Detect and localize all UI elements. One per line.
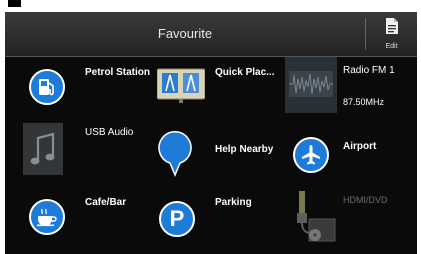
quick-place-icon [156,67,206,107]
hdmi-dvd-icon [293,191,337,243]
favourite-cafe-bar[interactable]: Cafe/Bar [13,191,143,249]
favourite-help-nearby[interactable]: Help Nearby [143,127,273,185]
favourite-usb-audio[interactable]: USB Audio [13,123,143,181]
favourite-label: Quick Plac... [215,67,275,78]
map-pin-icon [157,129,197,177]
favourite-label: Petrol Station [85,67,151,78]
page-title: Favourite [157,26,213,41]
favourite-airport[interactable]: Airport [285,129,415,187]
favourite-parking[interactable]: P Parking [143,191,273,249]
bullet-square [8,0,21,7]
page-indicator [5,244,417,254]
airplane-icon [291,135,331,175]
favourite-quick-place[interactable]: Quick Plac... [143,61,275,119]
coffee-cup-icon [27,197,67,237]
favourite-label: Radio FM 1 [343,65,395,76]
favourite-label: Help Nearby [215,144,274,155]
favourite-label: Cafe/Bar [85,197,127,208]
favourite-label: Airport [343,141,377,152]
edit-label: Edit [385,43,398,50]
radio-frequency: 87.50MHz [343,97,385,107]
cropped-document-heading [0,0,421,12]
favourite-label: HDMI/DVD [343,195,388,205]
favourites-grid: Petrol Station Quick Plac... Radio FM 1 … [5,57,417,247]
favourite-label: USB Audio [85,127,134,138]
petrol-station-icon [27,67,67,107]
favourite-petrol-station[interactable]: Petrol Station [13,61,150,119]
favourite-label: Parking [215,197,252,208]
head-unit-screen: Favourite Edit Petrol Station Quick Plac… [5,12,417,254]
favourite-radio-fm1[interactable]: Radio FM 1 87.50MHz [285,57,415,115]
parking-icon: P [157,199,197,239]
favourite-hdmi-dvd: HDMI/DVD [285,189,415,247]
music-note-icon [23,123,63,175]
radio-artwork-icon [285,57,337,113]
document-icon [386,18,398,34]
header-bar: Favourite Edit [5,12,417,57]
edit-button[interactable]: Edit [366,12,417,56]
